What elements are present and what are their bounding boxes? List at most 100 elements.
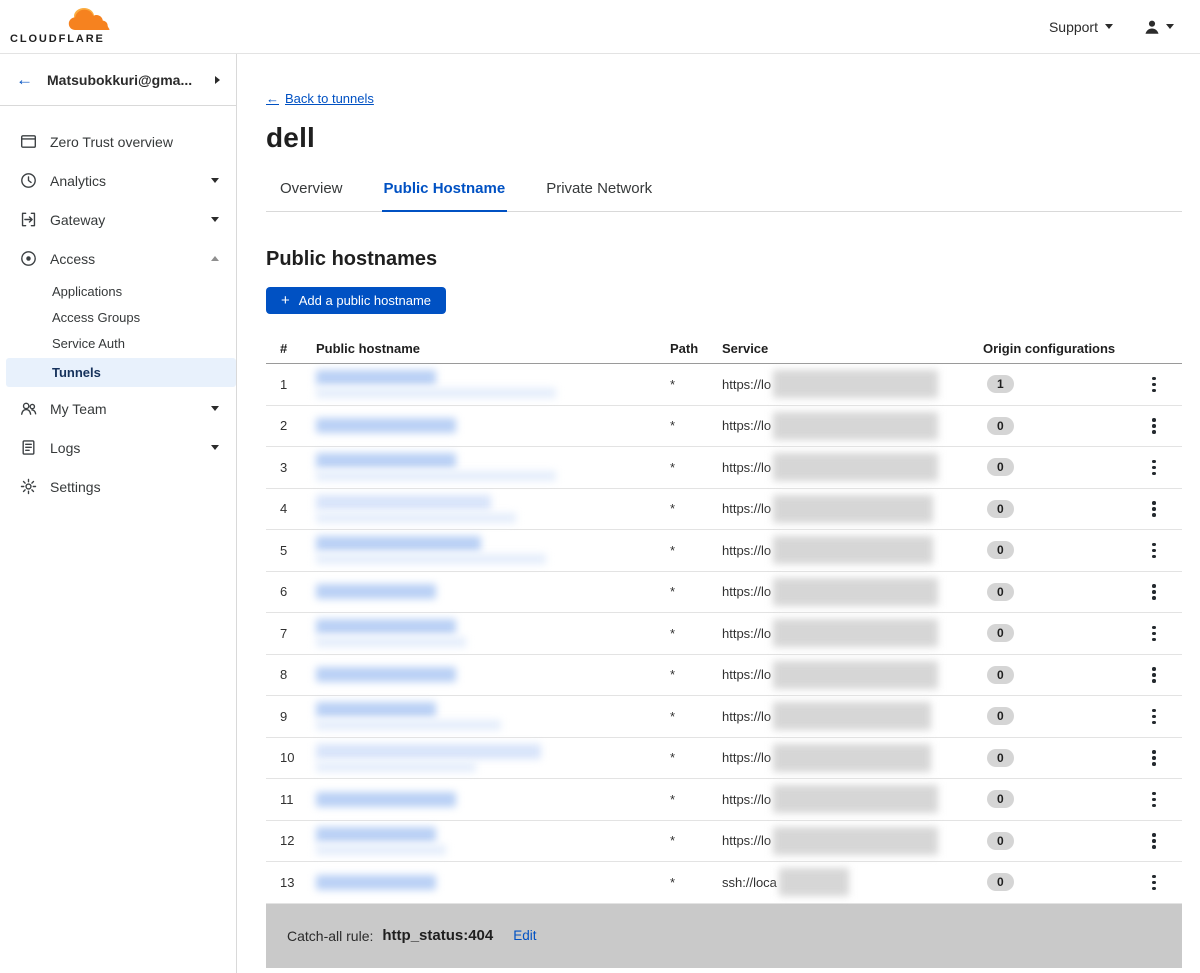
back-arrow-icon[interactable]: ← <box>16 71 33 88</box>
catch-all-label: Catch-all rule: <box>287 928 373 944</box>
service-url-prefix: https://lo <box>722 543 771 558</box>
table-row: 10*https://lo0 <box>266 738 1182 780</box>
redacted-hostname <box>316 702 436 717</box>
redacted-service <box>773 702 931 730</box>
kebab-menu-icon[interactable] <box>1148 497 1160 521</box>
kebab-menu-icon[interactable] <box>1148 539 1160 563</box>
chevron-down-icon <box>1166 24 1174 29</box>
origin-count-badge: 0 <box>987 500 1014 518</box>
sidebar: ← Matsubokkuri@gma... Zero Trust overvie… <box>0 54 237 973</box>
origin-count-badge: 0 <box>987 624 1014 642</box>
user-menu[interactable] <box>1143 18 1174 36</box>
team-icon <box>20 400 37 417</box>
origin-config-cell: 0 <box>983 624 1148 642</box>
sidebar-subitem-access-groups[interactable]: Access Groups <box>0 304 236 330</box>
service-url-prefix: ssh://loca <box>722 875 777 890</box>
cloudflare-cloud-icon <box>64 6 118 34</box>
account-name[interactable]: Matsubokkuri@gma... <box>47 72 215 88</box>
service-url-prefix: https://lo <box>722 584 771 599</box>
origin-config-cell: 0 <box>983 790 1148 808</box>
public-hostname-cell <box>316 702 670 730</box>
sidebar-item-analytics[interactable]: Analytics <box>0 161 236 200</box>
kebab-menu-icon[interactable] <box>1148 456 1160 480</box>
sidebar-item-label: Settings <box>50 479 219 495</box>
cloudflare-logo[interactable]: CLOUDFLARE <box>10 4 122 50</box>
redacted-hostname-line2 <box>316 471 556 481</box>
overview-window-icon <box>20 133 37 150</box>
main-content: ← Back to tunnels dell Overview Public H… <box>237 54 1200 973</box>
origin-config-cell: 0 <box>983 458 1148 476</box>
row-menu-cell <box>1148 829 1182 853</box>
path-cell: * <box>670 377 722 392</box>
service-cell: https://lo <box>722 453 983 481</box>
path-cell: * <box>670 792 722 807</box>
kebab-menu-icon[interactable] <box>1148 788 1160 812</box>
tab-private-network[interactable]: Private Network <box>544 180 654 211</box>
public-hostname-cell <box>316 370 670 398</box>
sidebar-subitem-label: Access Groups <box>52 310 140 325</box>
sidebar-subitem-service-auth[interactable]: Service Auth <box>0 330 236 356</box>
column-header-origin-configurations: Origin configurations <box>983 341 1148 356</box>
sidebar-item-my-team[interactable]: My Team <box>0 389 236 428</box>
kebab-menu-icon[interactable] <box>1148 829 1160 853</box>
row-menu-cell <box>1148 456 1182 480</box>
kebab-menu-icon[interactable] <box>1148 871 1160 895</box>
public-hostname-cell <box>316 495 670 523</box>
service-cell: https://lo <box>722 702 983 730</box>
row-number: 10 <box>280 750 316 765</box>
service-url-prefix: https://lo <box>722 792 771 807</box>
service-cell: https://lo <box>722 785 983 813</box>
sidebar-item-gateway[interactable]: Gateway <box>0 200 236 239</box>
redacted-service <box>773 495 933 523</box>
plus-icon: + <box>281 293 290 308</box>
redacted-service <box>773 661 938 689</box>
redacted-service <box>773 785 938 813</box>
add-public-hostname-button[interactable]: + Add a public hostname <box>266 287 446 314</box>
kebab-menu-icon[interactable] <box>1148 373 1160 397</box>
kebab-menu-icon[interactable] <box>1148 414 1160 438</box>
origin-count-badge: 0 <box>987 583 1014 601</box>
kebab-menu-icon[interactable] <box>1148 705 1160 729</box>
row-number: 6 <box>280 584 316 599</box>
back-to-tunnels-link[interactable]: ← Back to tunnels <box>266 91 374 106</box>
origin-count-badge: 0 <box>987 666 1014 684</box>
origin-config-cell: 0 <box>983 500 1148 518</box>
kebab-menu-icon[interactable] <box>1148 746 1160 770</box>
public-hostnames-table: # Public hostname Path Service Origin co… <box>266 334 1182 904</box>
path-cell: * <box>670 543 722 558</box>
kebab-menu-icon[interactable] <box>1148 580 1160 604</box>
sidebar-item-settings[interactable]: Settings <box>0 467 236 506</box>
sidebar-subitem-tunnels[interactable]: Tunnels <box>6 358 236 387</box>
support-label: Support <box>1049 19 1098 35</box>
catch-all-edit-link[interactable]: Edit <box>513 928 536 943</box>
kebab-menu-icon[interactable] <box>1148 622 1160 646</box>
gear-icon <box>20 478 37 495</box>
redacted-hostname-line2 <box>316 845 446 855</box>
origin-count-badge: 0 <box>987 790 1014 808</box>
origin-count-badge: 0 <box>987 873 1014 891</box>
public-hostname-cell <box>316 418 670 433</box>
sidebar-item-zero-trust-overview[interactable]: Zero Trust overview <box>0 122 236 161</box>
origin-count-badge: 0 <box>987 458 1014 476</box>
redacted-service <box>773 578 938 606</box>
redacted-service <box>779 868 849 896</box>
tab-overview[interactable]: Overview <box>278 180 345 211</box>
row-number: 2 <box>280 418 316 433</box>
public-hostname-cell <box>316 584 670 599</box>
support-menu[interactable]: Support <box>1049 19 1113 35</box>
sidebar-subitem-applications[interactable]: Applications <box>0 278 236 304</box>
table-row: 4*https://lo0 <box>266 489 1182 531</box>
column-header-path: Path <box>670 341 722 356</box>
tab-public-hostname[interactable]: Public Hostname <box>382 180 508 212</box>
sidebar-item-access[interactable]: Access <box>0 239 236 278</box>
redacted-hostname <box>316 370 436 385</box>
row-menu-cell <box>1148 622 1182 646</box>
gateway-icon <box>20 211 37 228</box>
redacted-service <box>773 453 938 481</box>
catch-all-rule-bar: Catch-all rule: http_status:404 Edit <box>266 904 1182 968</box>
public-hostname-cell <box>316 744 670 772</box>
column-header-public-hostname: Public hostname <box>316 341 670 356</box>
kebab-menu-icon[interactable] <box>1148 663 1160 687</box>
chevron-right-icon[interactable] <box>215 76 220 84</box>
sidebar-item-logs[interactable]: Logs <box>0 428 236 467</box>
